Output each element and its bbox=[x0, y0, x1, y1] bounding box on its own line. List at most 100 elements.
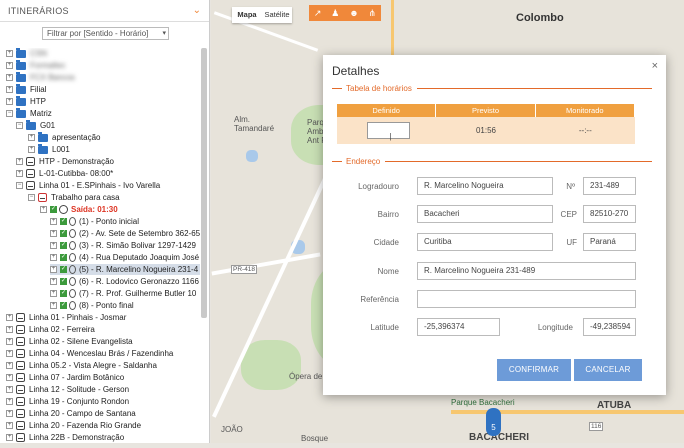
stop-marker[interactable]: 5 bbox=[486, 408, 501, 436]
tree-item[interactable]: + ✓ (2) - Av. Sete de Setembro 362-65 bbox=[50, 228, 200, 239]
expand-toggle-icon[interactable]: + bbox=[28, 134, 35, 141]
expand-toggle-icon[interactable]: + bbox=[50, 290, 57, 297]
route-icon[interactable]: ↗ bbox=[314, 8, 322, 19]
expand-toggle-icon[interactable]: + bbox=[6, 350, 13, 357]
bell-icon[interactable]: ♟ bbox=[331, 8, 339, 19]
expand-toggle-icon[interactable]: + bbox=[16, 158, 23, 165]
expand-toggle-icon[interactable]: + bbox=[16, 170, 23, 177]
referencia-field[interactable] bbox=[417, 290, 636, 308]
tree-item[interactable]: + Linha 20 - Campo de Santana bbox=[6, 408, 200, 419]
expand-toggle-icon[interactable]: + bbox=[6, 362, 13, 369]
tree-item[interactable]: + Linha 20 - Fazenda Rio Grande bbox=[6, 420, 200, 431]
tree-item[interactable]: + CSN bbox=[6, 48, 200, 59]
cidade-field[interactable]: Curitiba bbox=[417, 233, 553, 251]
expand-toggle-icon[interactable]: + bbox=[50, 242, 57, 249]
filter-select[interactable]: Filtrar por [Sentido - Horário] ▾ bbox=[42, 27, 169, 40]
expand-toggle-icon[interactable]: + bbox=[6, 386, 13, 393]
expand-toggle-icon[interactable]: + bbox=[6, 50, 13, 57]
expand-toggle-icon[interactable]: + bbox=[6, 326, 13, 333]
expand-toggle-icon[interactable]: + bbox=[6, 74, 13, 81]
checkbox-icon[interactable]: ✓ bbox=[60, 230, 67, 237]
expand-toggle-icon[interactable]: + bbox=[6, 410, 13, 417]
expand-toggle-icon[interactable]: + bbox=[50, 218, 57, 225]
expand-toggle-icon[interactable]: + bbox=[50, 230, 57, 237]
expand-toggle-icon[interactable]: + bbox=[50, 302, 57, 309]
longitude-field[interactable]: -49,238594 bbox=[583, 318, 636, 336]
schedule-section-title: Tabela de horários bbox=[346, 83, 412, 93]
uf-field[interactable]: Paraná bbox=[583, 233, 636, 251]
collapse-icon[interactable]: ⌄ bbox=[193, 5, 201, 16]
expand-toggle-icon[interactable]: + bbox=[50, 278, 57, 285]
tree-item[interactable]: + Filial bbox=[6, 83, 200, 95]
numero-field[interactable]: 231-489 bbox=[583, 177, 636, 195]
sidebar-scrollbar[interactable] bbox=[201, 48, 207, 318]
tree-item[interactable]: + ✓ (6) - R. Lodovico Geronazzo 1166 bbox=[50, 276, 200, 287]
latitude-field[interactable]: -25,396374 bbox=[417, 318, 500, 336]
tree-item[interactable]: + ✓ (4) - Rua Deputado Joaquim José bbox=[50, 252, 200, 263]
expand-toggle-icon[interactable]: + bbox=[28, 146, 35, 153]
tree-item[interactable]: + ✓ (3) - R. Simão Bolivar 1297-1429 bbox=[50, 240, 200, 251]
expand-toggle-icon[interactable]: + bbox=[6, 374, 13, 381]
expand-toggle-icon[interactable]: + bbox=[50, 254, 57, 261]
tree-item[interactable]: + ✓ (5) - R. Marcelino Nogueira 231-4 bbox=[50, 264, 200, 275]
checkbox-icon[interactable]: ✓ bbox=[60, 242, 67, 249]
expand-toggle-icon[interactable]: + bbox=[6, 98, 13, 105]
tree-item[interactable]: + apresentação bbox=[28, 131, 200, 143]
tree-item[interactable]: + Linha 07 - Jardim Botânico bbox=[6, 372, 200, 383]
expand-toggle-icon[interactable]: + bbox=[6, 338, 13, 345]
tree-item[interactable]: + Linha 02 - Ferreira bbox=[6, 324, 200, 335]
tree-item[interactable]: + L001 bbox=[28, 143, 200, 155]
tree-item[interactable]: + ✓ (7) - R. Prof. Guilherme Butler 10 bbox=[50, 288, 200, 299]
tree-item[interactable]: + ✓ (1) - Ponto inicial bbox=[50, 216, 200, 227]
collapse-toggle-icon[interactable]: − bbox=[16, 182, 23, 189]
expand-toggle-icon[interactable]: + bbox=[6, 62, 13, 69]
cep-field[interactable]: 82510-270 bbox=[583, 205, 636, 223]
tab-map[interactable]: Mapa bbox=[232, 7, 262, 23]
nome-field[interactable]: R. Marcelino Nogueira 231-489 bbox=[417, 262, 636, 280]
tree-item[interactable]: + FCX Bancos bbox=[6, 71, 200, 83]
expand-toggle-icon[interactable]: + bbox=[50, 266, 57, 273]
logradouro-field[interactable]: R. Marcelino Nogueira bbox=[417, 177, 553, 195]
tree-item[interactable]: + Linha 12 - Solitude - Gerson bbox=[6, 384, 200, 395]
tree-item[interactable]: + ✓ Saída: 01:30 bbox=[40, 204, 200, 215]
cancel-button[interactable]: CANCELAR bbox=[574, 359, 642, 381]
expand-toggle-icon[interactable]: + bbox=[6, 314, 13, 321]
expand-toggle-icon[interactable]: + bbox=[6, 422, 13, 429]
checkbox-icon[interactable]: ✓ bbox=[50, 206, 57, 213]
tree-item[interactable]: + Linha 22B - Demonstração bbox=[6, 432, 200, 443]
collapse-toggle-icon[interactable]: − bbox=[16, 122, 23, 129]
fork-icon[interactable]: ⋔ bbox=[369, 8, 377, 19]
tab-satellite[interactable]: Satélite bbox=[262, 7, 292, 23]
bairro-field[interactable]: Bacacheri bbox=[417, 205, 553, 223]
tree-item[interactable]: − G01 bbox=[16, 119, 200, 131]
tree-item[interactable]: + Linha 19 - Conjunto Rondon bbox=[6, 396, 200, 407]
expand-toggle-icon[interactable]: + bbox=[6, 398, 13, 405]
tree-item[interactable]: + Linha 01 - Pinhais - Josmar bbox=[6, 312, 200, 323]
expand-toggle-icon[interactable]: + bbox=[40, 206, 47, 213]
close-icon[interactable]: × bbox=[652, 60, 658, 72]
checkbox-icon[interactable]: ✓ bbox=[60, 290, 67, 297]
people-icon[interactable]: ☻ bbox=[349, 8, 358, 18]
tree-item[interactable]: + Linha 02 - Silene Evangelista bbox=[6, 336, 200, 347]
tree-item[interactable]: − Linha 01 - E.SPinhais - Ivo Varella bbox=[16, 180, 200, 191]
checkbox-icon[interactable]: ✓ bbox=[60, 218, 67, 225]
checkbox-icon[interactable]: ✓ bbox=[60, 302, 67, 309]
collapse-toggle-icon[interactable]: − bbox=[6, 110, 13, 117]
checkbox-icon[interactable]: ✓ bbox=[60, 254, 67, 261]
checkbox-icon[interactable]: ✓ bbox=[60, 278, 67, 285]
tree-item[interactable]: + Linha 05.2 - Vista Alegre - Saldanha bbox=[6, 360, 200, 371]
tree-item[interactable]: + HTP bbox=[6, 95, 200, 107]
tree-item[interactable]: + Linha 04 - Wenceslau Brás / Fazendinha bbox=[6, 348, 200, 359]
confirm-button[interactable]: CONFIRMAR bbox=[497, 359, 571, 381]
collapse-toggle-icon[interactable]: − bbox=[28, 194, 35, 201]
expand-toggle-icon[interactable]: + bbox=[6, 86, 13, 93]
checkbox-icon[interactable]: ✓ bbox=[60, 266, 67, 273]
expand-toggle-icon[interactable]: + bbox=[6, 434, 13, 441]
tree-item[interactable]: − Matriz bbox=[6, 107, 200, 119]
tree-item[interactable]: − Trabalho para casa bbox=[28, 192, 200, 203]
tree-item[interactable]: + Formaltec bbox=[6, 59, 200, 71]
tree-item[interactable]: + HTP - Demonstração bbox=[16, 156, 200, 167]
tree-item[interactable]: + ✓ (8) - Ponto final bbox=[50, 300, 200, 311]
defined-time-input[interactable]: | bbox=[367, 122, 410, 141]
tree-item[interactable]: + L-01-Cutibba- 08:00* bbox=[16, 168, 200, 179]
